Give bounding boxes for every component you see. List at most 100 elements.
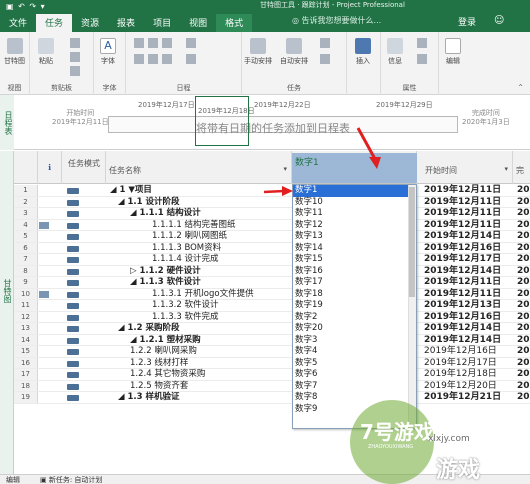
row-number[interactable]: 17 — [14, 369, 38, 380]
select-all-cell[interactable] — [14, 151, 38, 184]
finish-date-cell[interactable]: 20 — [517, 312, 530, 324]
row-number[interactable]: 18 — [14, 380, 38, 391]
mark-on-track-icon[interactable] — [186, 38, 196, 48]
dropdown-option[interactable]: 数字18 — [293, 289, 416, 301]
note-indicator-icon[interactable] — [39, 290, 49, 298]
row-number[interactable]: 7 — [14, 254, 38, 265]
auto-schedule-button[interactable]: 自动安排 — [280, 38, 308, 66]
task-name-cell[interactable]: 1.1.3.1 开机logo文件提供 — [152, 289, 254, 301]
table-row[interactable]: 10 1.1.3.1 开机logo文件提供 2019年12月11日 20 — [14, 288, 530, 301]
schedule-icon[interactable] — [134, 54, 144, 64]
task-name-cell[interactable]: 1.1.3.3 软件完成 — [152, 312, 218, 324]
table-row[interactable]: 13 ◢ 1.2 采购阶段 2019年12月14日 20 — [14, 323, 530, 335]
finish-date-cell[interactable]: 20 — [517, 185, 530, 197]
table-row[interactable]: 18 1.2.5 物资齐套 2019年12月20日 20 — [14, 380, 530, 393]
table-row[interactable]: 3 ◢ 1.1.1 结构设计 2019年12月11日 20 — [14, 208, 530, 220]
row-number[interactable]: 12 — [14, 311, 38, 322]
finish-date-cell[interactable]: 20 — [517, 381, 530, 393]
dropdown-option[interactable]: 数字14 — [293, 243, 416, 255]
table-row[interactable]: 6 1.1.1.3 BOM资料 2019年12月16日 20 — [14, 242, 530, 255]
copy-icon[interactable] — [70, 52, 80, 62]
inspect-icon[interactable] — [320, 38, 330, 48]
task-name-cell[interactable]: ◢ 1.1.3 软件设计 — [130, 277, 201, 289]
task-name-cell[interactable]: ◢ 1.2.1 塑材采购 — [130, 335, 201, 347]
field-dropdown-list[interactable]: 数字1 数字10 数字11 数字12 数字13 数字14 数字15 数字16 数字17 数字18 数… — [292, 184, 417, 429]
table-row[interactable]: 7 1.1.1.4 设计完成 2019年12月17日 20 — [14, 254, 530, 266]
row-number[interactable]: 15 — [14, 346, 38, 357]
start-date-cell[interactable]: 2019年12月14日 — [424, 335, 514, 347]
move-icon[interactable] — [320, 54, 330, 64]
task-name-cell[interactable]: 1.2.5 物资齐套 — [130, 381, 188, 393]
dropdown-scrollbar[interactable] — [408, 185, 416, 428]
finish-date-cell[interactable]: 20 — [517, 208, 530, 220]
schedule-icon[interactable] — [162, 38, 172, 48]
task-name-cell[interactable]: ▷ 1.1.2 硬件设计 — [130, 266, 201, 278]
share-icon[interactable]: ☺ — [494, 15, 504, 26]
row-number[interactable]: 14 — [14, 334, 38, 345]
row-number[interactable]: 9 — [14, 277, 38, 288]
editing-button[interactable]: 编辑 — [445, 38, 461, 66]
dropdown-option[interactable]: 数字6 — [293, 369, 416, 381]
row-number[interactable]: 16 — [14, 357, 38, 368]
start-date-cell[interactable]: 2019年12月11日 — [424, 289, 514, 301]
task-name-cell[interactable]: ◢ 1.2 采购阶段 — [118, 323, 180, 335]
finish-date-cell[interactable]: 20 — [517, 358, 530, 370]
table-row[interactable]: 14 ◢ 1.2.1 塑材采购 2019年12月14日 20 — [14, 334, 530, 347]
details-icon[interactable] — [417, 54, 427, 64]
row-number[interactable]: 8 — [14, 265, 38, 276]
task-name-cell[interactable]: 1.1.1.4 设计完成 — [152, 254, 218, 266]
task-name-cell[interactable]: 1.2.4 其它物资采购 — [130, 369, 205, 381]
notes-icon[interactable] — [417, 38, 427, 48]
font-button[interactable]: A 字体 — [100, 38, 116, 66]
task-name-cell[interactable]: 1.2.3 线材打样 — [130, 358, 188, 370]
row-number[interactable]: 11 — [14, 300, 38, 311]
start-date-cell[interactable]: 2019年12月14日 — [424, 323, 514, 335]
insert-button[interactable]: 插入 — [355, 38, 371, 66]
start-date-cell[interactable]: 2019年12月11日 — [424, 185, 514, 197]
tab-resource[interactable]: 资源 — [72, 14, 108, 32]
cut-icon[interactable] — [70, 38, 80, 48]
mode-column-header[interactable]: 任务模式 — [62, 151, 106, 184]
collapse-ribbon-icon[interactable]: ⌃ — [517, 83, 524, 92]
finish-column-header[interactable]: 完 — [513, 151, 530, 184]
dropdown-option[interactable]: 数字1 — [293, 185, 416, 197]
table-row[interactable]: 15 1.2.2 喇叭网采购 2019年12月16日 20 — [14, 346, 530, 358]
start-date-cell[interactable]: 2019年12月14日 — [424, 266, 514, 278]
start-date-cell[interactable]: 2019年12月16日 — [424, 346, 514, 358]
table-row[interactable]: 12 1.1.3.3 软件完成 2019年12月16日 20 — [14, 311, 530, 324]
task-name-cell[interactable]: 1.1.1.1 结构完善图纸 — [152, 220, 235, 232]
format-painter-icon[interactable] — [70, 66, 80, 76]
row-number[interactable]: 13 — [14, 323, 38, 334]
start-date-cell[interactable]: 2019年12月16日 — [424, 312, 514, 324]
table-row[interactable]: 11 1.1.3.2 软件设计 2019年12月13日 20 — [14, 300, 530, 312]
manual-schedule-button[interactable]: 手动安排 — [244, 38, 272, 66]
task-name-cell[interactable]: ◢ 1.1.1 结构设计 — [130, 208, 201, 220]
finish-date-cell[interactable]: 20 — [517, 369, 530, 381]
new-column-input[interactable]: 数字1 — [295, 155, 319, 168]
tab-report[interactable]: 报表 — [108, 14, 144, 32]
task-name-cell[interactable]: 1.1.1.3 BOM资料 — [152, 243, 221, 255]
finish-date-cell[interactable]: 20 — [517, 323, 530, 335]
table-row[interactable]: 4 1.1.1.1 结构完善图纸 2019年12月11日 20 — [14, 219, 530, 232]
tab-project[interactable]: 项目 — [144, 14, 180, 32]
tab-view[interactable]: 视图 — [180, 14, 216, 32]
dropdown-option[interactable]: 数字19 — [293, 300, 416, 312]
schedule-icon[interactable] — [148, 38, 158, 48]
table-row[interactable]: 17 1.2.4 其它物资采购 2019年12月18日 20 — [14, 369, 530, 381]
tell-me-search[interactable]: ◎ 告诉我您想要做什么... — [292, 15, 381, 26]
finish-date-cell[interactable]: 20 — [517, 231, 530, 243]
table-row[interactable]: 8 ▷ 1.1.2 硬件设计 2019年12月14日 20 — [14, 265, 530, 278]
row-number[interactable]: 3 — [14, 208, 38, 219]
finish-date-cell[interactable]: 20 — [517, 220, 530, 232]
scrollbar-thumb[interactable] — [409, 187, 415, 297]
finish-date-cell[interactable]: 20 — [517, 335, 530, 347]
row-number[interactable]: 2 — [14, 196, 38, 207]
row-number[interactable]: 6 — [14, 242, 38, 253]
finish-date-cell[interactable]: 20 — [517, 197, 530, 209]
start-date-cell[interactable]: 2019年12月17日 — [424, 254, 514, 266]
task-name-cell[interactable]: 1.1.1.2 喇叭网图纸 — [152, 231, 227, 243]
start-column-header[interactable]: 开始时间 ▾ — [417, 151, 513, 184]
start-date-cell[interactable]: 2019年12月11日 — [424, 277, 514, 289]
start-date-cell[interactable]: 2019年12月11日 — [424, 197, 514, 209]
start-date-cell[interactable]: 2019年12月18日 — [424, 369, 514, 381]
